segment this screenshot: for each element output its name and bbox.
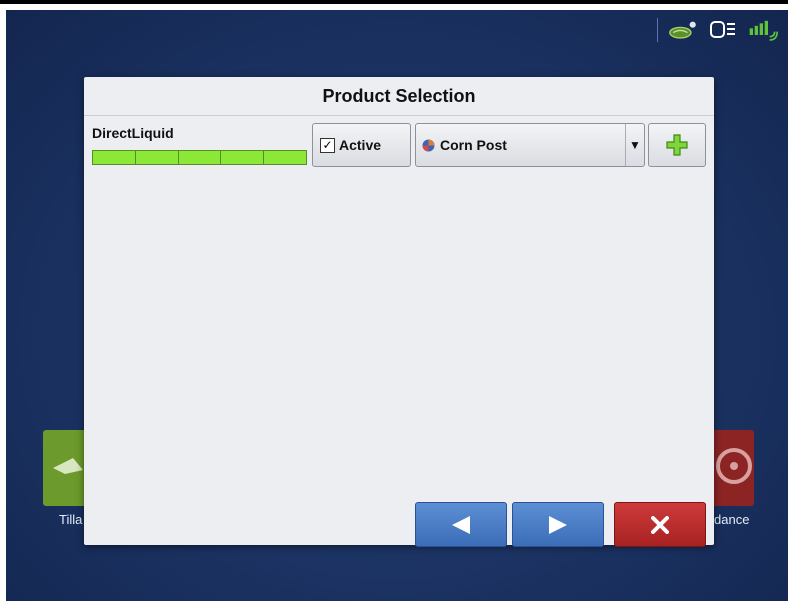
- add-product-button[interactable]: [648, 123, 706, 167]
- display-screen: Tilla dance Product Selection DirectLiqu…: [6, 10, 788, 601]
- dialog-header: Product Selection: [84, 77, 714, 116]
- arrow-left-icon: [452, 515, 470, 534]
- product-row: DirectLiquid ✓ Active Corn Post ▼: [92, 123, 706, 167]
- gps-signal-icon[interactable]: [748, 18, 778, 42]
- dropdown-arrow-icon[interactable]: ▼: [625, 124, 644, 166]
- plus-icon: [666, 134, 688, 156]
- next-button[interactable]: [512, 502, 604, 547]
- status-bar: [657, 18, 778, 42]
- display-config-icon[interactable]: [708, 18, 738, 42]
- section-cell: [178, 151, 222, 164]
- status-separator: [657, 18, 658, 42]
- section-cell: [135, 151, 179, 164]
- active-label: Active: [339, 137, 382, 153]
- dialog-title: Product Selection: [322, 85, 476, 106]
- arrow-right-icon: [549, 515, 567, 534]
- section-cell: [264, 151, 306, 164]
- active-checkbox[interactable]: ✓: [320, 137, 335, 153]
- previous-button[interactable]: [415, 502, 507, 547]
- section-cell: [93, 151, 136, 164]
- product-name: DirectLiquid: [92, 125, 174, 141]
- cancel-button[interactable]: [614, 502, 706, 547]
- close-icon: [651, 515, 669, 534]
- selected-product-label: Corn Post: [440, 137, 507, 153]
- active-toggle-button[interactable]: ✓ Active: [312, 123, 411, 167]
- guidance-tile[interactable]: dance: [708, 430, 754, 527]
- top-border: [0, 0, 788, 4]
- section-bar: [92, 150, 307, 165]
- product-globe-icon: [422, 139, 435, 152]
- tillage-label: Tilla: [59, 512, 83, 527]
- field-icon[interactable]: [668, 18, 698, 42]
- tillage-icon: [43, 430, 89, 506]
- guidance-label: dance: [714, 512, 750, 527]
- steering-wheel-icon: [708, 430, 754, 506]
- product-selection-dialog: Product Selection DirectLiquid ✓ Active: [84, 77, 714, 547]
- section-cell: [221, 151, 265, 164]
- product-select[interactable]: Corn Post ▼: [415, 123, 645, 167]
- tillage-tile[interactable]: Tilla: [43, 430, 89, 527]
